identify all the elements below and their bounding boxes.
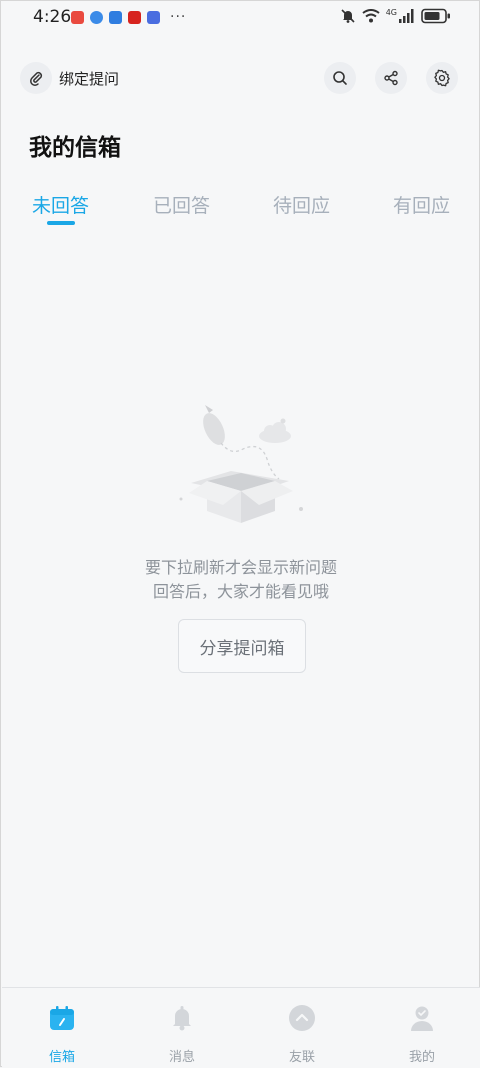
system-status-icons: 4G <box>340 8 451 24</box>
search-icon <box>333 71 347 85</box>
app-notification-icon <box>71 10 84 24</box>
empty-message-line1: 要下拉刷新才会显示新问题 <box>144 558 337 577</box>
bind-question-link[interactable]: 绑定提问 <box>59 68 119 89</box>
battery-icon <box>421 8 450 24</box>
nav-label: 友联 <box>288 1050 315 1065</box>
status-time: 4:26 <box>33 7 72 27</box>
nav-mailbox[interactable]: 信箱 <box>2 988 122 1068</box>
signal-icon <box>399 9 414 23</box>
mute-bell-icon <box>341 9 355 23</box>
top-bar: 绑定提问 <box>1 59 480 99</box>
chevron-up-circle-icon <box>289 1005 315 1031</box>
empty-box-illustration <box>179 405 303 523</box>
active-tab-indicator <box>47 221 75 225</box>
app-notification-icon <box>109 10 122 24</box>
attach-button[interactable] <box>20 62 52 94</box>
search-button[interactable] <box>324 62 356 94</box>
notification-icons: ··· <box>71 9 186 25</box>
app-frame: 4:26 ··· 4G 绑定提问 我的信箱 未回答 已回答 待回应 有回应 要下… <box>0 0 480 1068</box>
more-notifications-icon: ··· <box>170 9 187 25</box>
wifi-icon <box>362 9 380 23</box>
bottom-navigation: 信箱 消息 友联 我的 <box>2 987 480 1068</box>
bell-icon <box>173 1006 191 1031</box>
nav-label: 我的 <box>408 1050 435 1065</box>
empty-message-line2: 回答后，大家才能看见哦 <box>152 582 329 601</box>
paperclip-icon <box>30 71 43 86</box>
share-mailbox-button[interactable]: 分享提问箱 <box>178 619 306 673</box>
tab-replied[interactable]: 有回应 <box>393 191 450 218</box>
person-icon <box>411 1006 433 1031</box>
network-type: 4G <box>385 7 397 17</box>
app-notification-icon <box>147 10 160 24</box>
tab-unanswered[interactable]: 未回答 <box>32 191 89 218</box>
nav-friends[interactable]: 友联 <box>242 988 362 1068</box>
app-notification-icon <box>128 10 141 24</box>
share-icon <box>384 70 398 86</box>
nav-messages[interactable]: 消息 <box>122 988 242 1068</box>
gear-icon <box>434 69 450 87</box>
status-bar: 4:26 ··· 4G <box>1 1 480 33</box>
app-notification-icon <box>90 10 103 24</box>
share-button[interactable] <box>375 62 407 94</box>
tab-answered[interactable]: 已回答 <box>153 191 210 218</box>
settings-button[interactable] <box>426 62 458 94</box>
nav-profile[interactable]: 我的 <box>362 988 480 1068</box>
calendar-icon <box>50 1006 74 1030</box>
mailbox-tabs: 未回答 已回答 待回应 有回应 <box>1 187 480 231</box>
tab-awaiting-reply[interactable]: 待回应 <box>273 191 330 218</box>
nav-label: 消息 <box>168 1050 195 1065</box>
nav-label: 信箱 <box>48 1050 75 1065</box>
page-title: 我的信箱 <box>29 135 121 161</box>
